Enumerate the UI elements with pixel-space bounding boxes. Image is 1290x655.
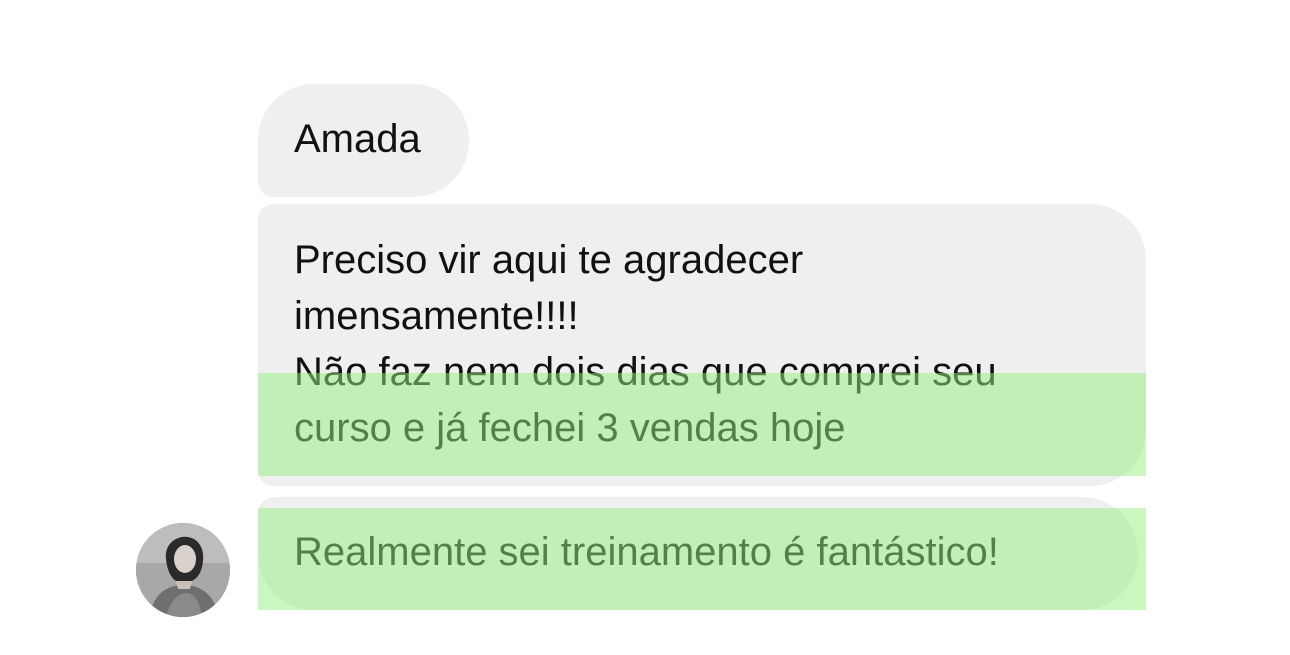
avatar[interactable] bbox=[136, 523, 230, 617]
message-text: Amada bbox=[294, 117, 421, 161]
message-text: imensamente!!!! bbox=[294, 294, 579, 338]
message-bubble-greeting[interactable]: Amada bbox=[258, 84, 469, 197]
message-text: curso e já fechei 3 vendas hoje bbox=[294, 406, 846, 450]
person-photo-icon bbox=[136, 523, 230, 617]
message-bubble-thanks[interactable]: Preciso vir aqui te agradecer imensament… bbox=[258, 204, 1146, 486]
message-text: Não faz nem dois dias que comprei seu bbox=[294, 350, 997, 394]
message-bubble-praise[interactable]: Realmente sei treinamento é fantástico! bbox=[258, 497, 1138, 610]
message-text: Realmente sei treinamento é fantástico! bbox=[294, 530, 999, 574]
message-text: Preciso vir aqui te agradecer bbox=[294, 238, 804, 282]
chat-window: Amada Preciso vir aqui te agradecer imen… bbox=[0, 0, 1290, 655]
